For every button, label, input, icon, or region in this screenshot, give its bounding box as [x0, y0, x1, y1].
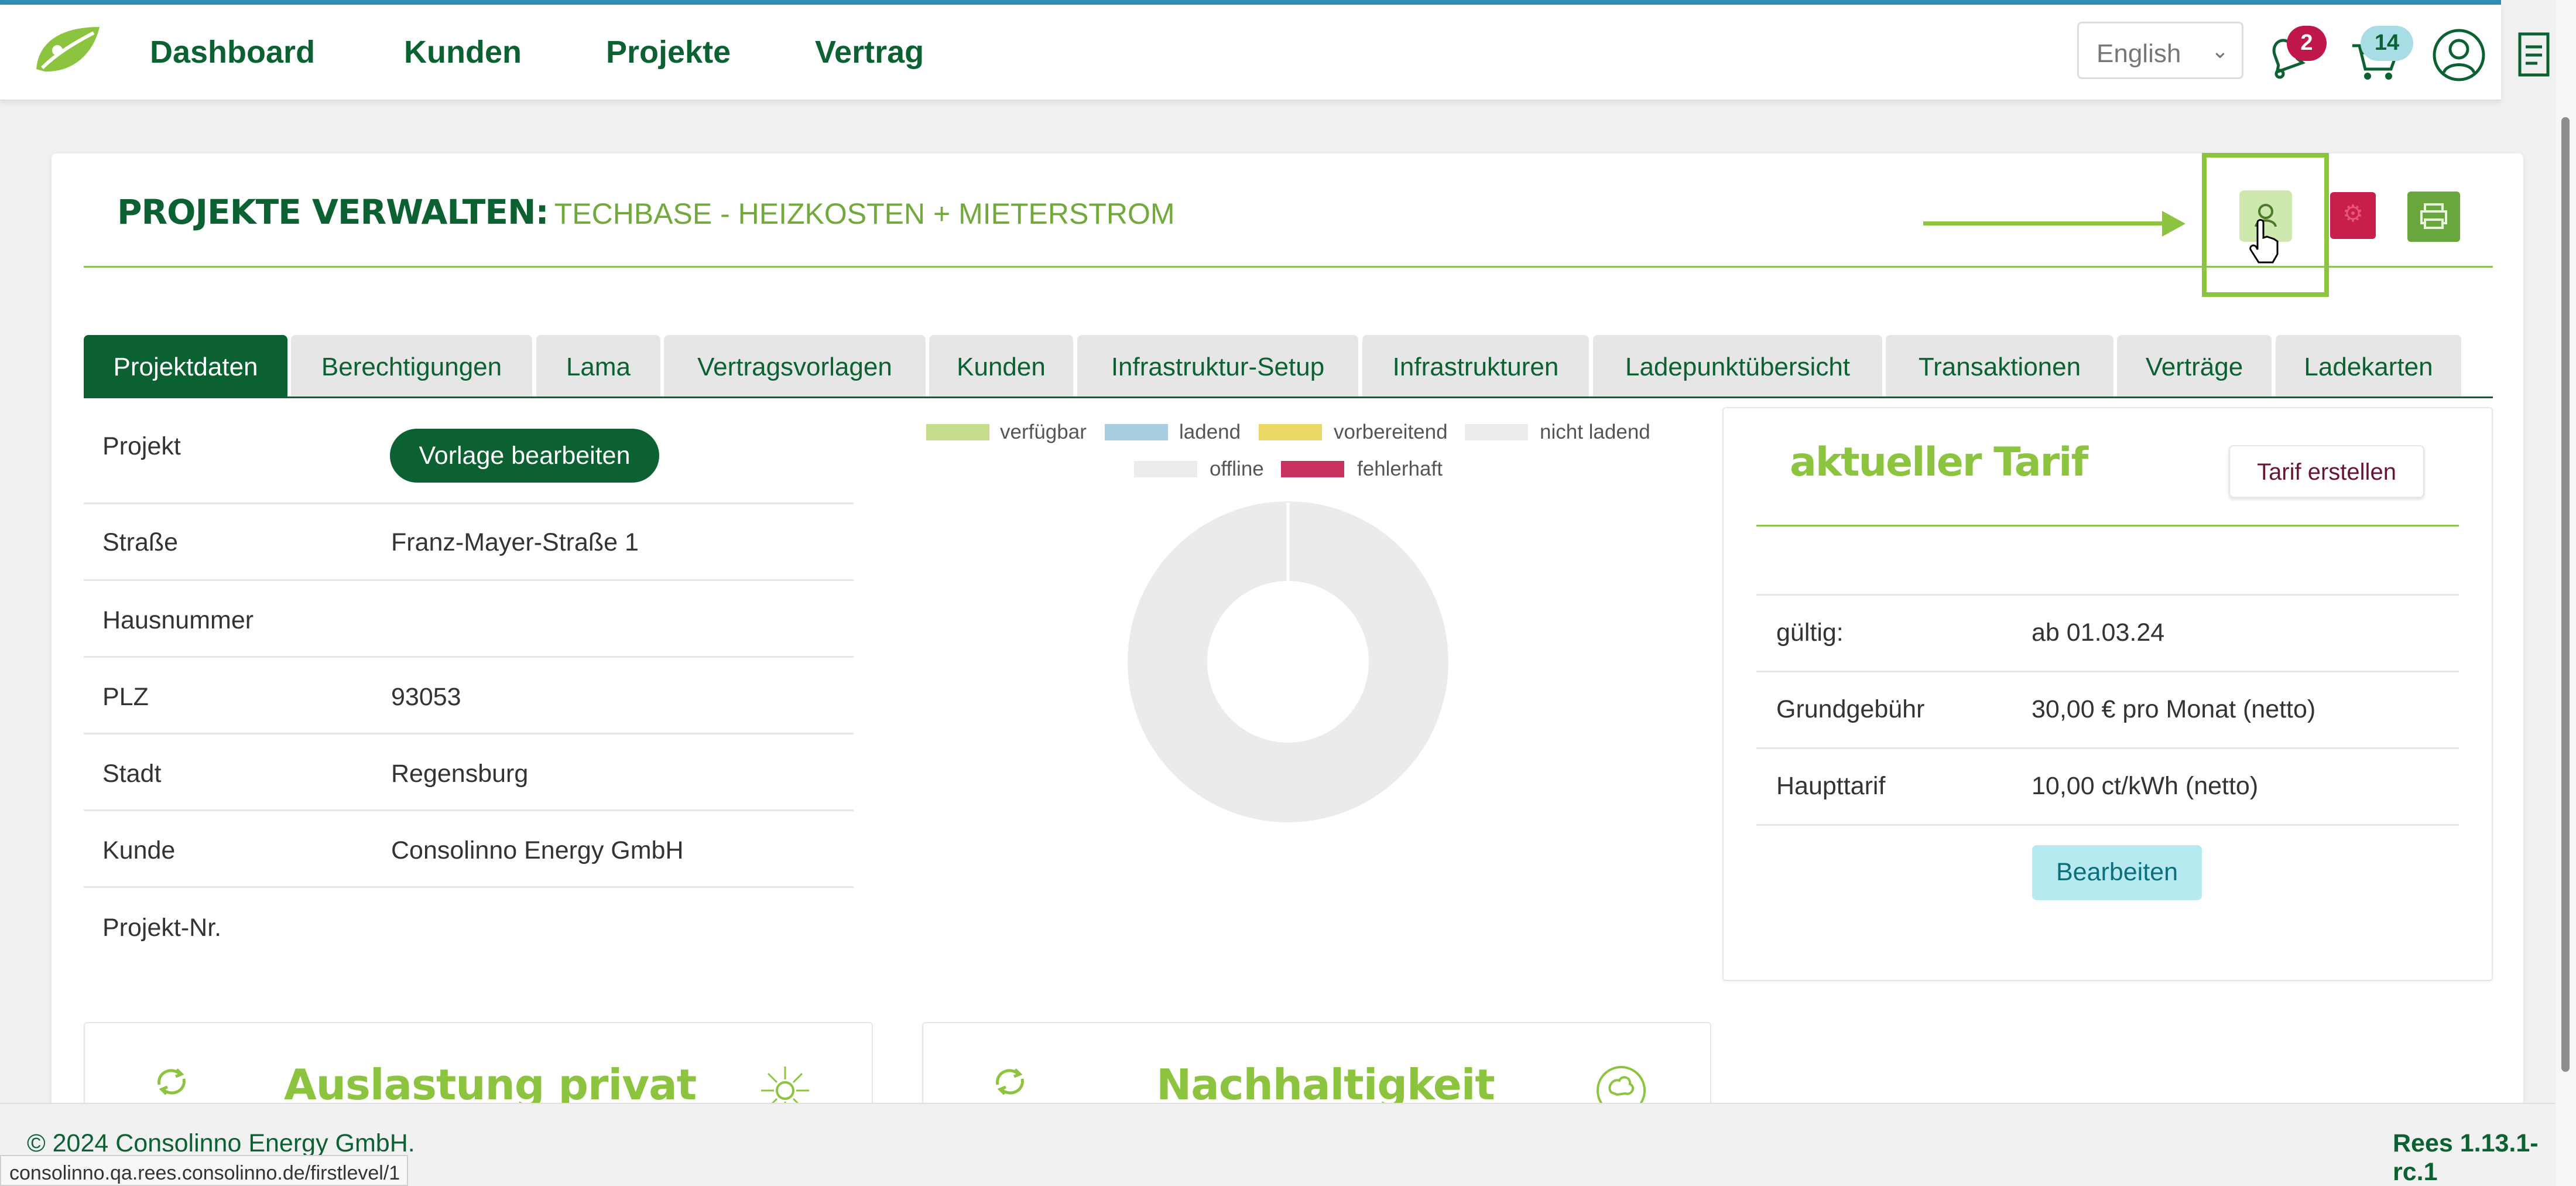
tab-underline: [84, 397, 2493, 398]
tab-berechtigungen[interactable]: Berechtigungen: [291, 335, 532, 397]
hand-cursor-icon: [2249, 219, 2279, 264]
tariff-label: gültig:: [1776, 618, 1844, 647]
tab-lama[interactable]: Lama: [536, 335, 660, 397]
printer-icon: [2420, 203, 2447, 229]
legend-label[interactable]: ladend: [1179, 421, 1241, 444]
refresh-icon[interactable]: [151, 1061, 192, 1102]
charging-status-donut: [1128, 501, 1448, 822]
title-divider: [84, 266, 2493, 268]
page-title-label: PROJEKTE VERWALTEN:: [117, 192, 549, 232]
page-title: PROJEKTE VERWALTEN: TECHBASE - HEIZKOSTEN…: [117, 192, 1175, 232]
scrollbar-thumb[interactable]: [2561, 117, 2570, 1072]
tab-infrastruktur-setup[interactable]: Infrastruktur-Setup: [1077, 335, 1358, 397]
messages-badge: 14: [2361, 26, 2413, 61]
tariff-value: ab 01.03.24: [2032, 618, 2165, 647]
consolinno-logo[interactable]: [33, 23, 103, 76]
language-value: English: [2097, 39, 2181, 68]
tab-ladepunktuebersicht[interactable]: Ladepunktübersicht: [1593, 335, 1882, 397]
legend-swatch[interactable]: [1281, 461, 1344, 477]
footer-copyright: © 2024 Consolinno Energy GmbH.: [27, 1129, 415, 1157]
legend-label[interactable]: offline: [1210, 457, 1264, 481]
tariff-title: aktueller Tarif: [1790, 439, 2088, 486]
top-accent-bar: [0, 0, 2501, 5]
nav-kunden[interactable]: Kunden: [404, 34, 522, 70]
nav-dashboard[interactable]: Dashboard: [150, 34, 315, 70]
tariff-value: 10,00 ct/kWh (netto): [2032, 772, 2259, 800]
legend-label[interactable]: vorbereitend: [1334, 421, 1448, 444]
legend-swatch[interactable]: [1259, 424, 1322, 440]
create-tariff-button[interactable]: Tarif erstellen: [2229, 445, 2424, 498]
field-label: Projekt-Nr.: [102, 914, 222, 942]
page-title-project: TECHBASE - HEIZKOSTEN + MIETERSTROM: [554, 197, 1175, 230]
tab-ladekarten[interactable]: Ladekarten: [2276, 335, 2461, 397]
tab-vertraege[interactable]: Verträge: [2117, 335, 2272, 397]
print-button[interactable]: [2407, 192, 2460, 242]
tab-transaktionen[interactable]: Transaktionen: [1886, 335, 2113, 397]
field-label: Projekt: [102, 432, 181, 460]
field-value: Regensburg: [391, 760, 529, 788]
legend-label[interactable]: fehlerhaft: [1357, 457, 1443, 481]
chevron-down-icon: ⌄: [2211, 39, 2229, 63]
nav-vertrag[interactable]: Vertrag: [815, 34, 924, 70]
annotation-arrow-head: [2162, 211, 2186, 237]
field-label: Hausnummer: [102, 606, 254, 634]
widget-title: Nachhaltigkeit: [1156, 1060, 1495, 1109]
tariff-label: Haupttarif: [1776, 772, 1886, 800]
tab-vertragsvorlagen[interactable]: Vertragsvorlagen: [664, 335, 926, 397]
nav-projekte[interactable]: Projekte: [606, 34, 731, 70]
notification-badge: 2: [2287, 26, 2327, 61]
legend-label[interactable]: nicht ladend: [1540, 421, 1650, 444]
language-select[interactable]: English ⌄: [2077, 22, 2243, 79]
field-label: Straße: [102, 528, 179, 556]
field-value: Consolinno Energy GmbH: [391, 836, 684, 864]
tariff-divider: [1756, 525, 2459, 527]
tariff-row-divider: [1756, 747, 2459, 749]
field-label: Kunde: [102, 836, 176, 864]
tariff-row-divider: [1756, 671, 2459, 672]
user-profile-icon[interactable]: [2431, 27, 2487, 83]
edit-template-button[interactable]: Vorlage bearbeiten: [390, 429, 659, 483]
gear-icon: ⚙: [2342, 201, 2363, 227]
table-row: [84, 658, 854, 734]
annotation-arrow: [1923, 221, 2164, 225]
legend-swatch[interactable]: [1465, 424, 1528, 440]
settings-button[interactable]: ⚙: [2330, 192, 2376, 239]
document-list-icon[interactable]: [2515, 30, 2553, 78]
legend-swatch[interactable]: [1105, 424, 1168, 440]
footer-version: Rees 1.13.1-rc.1: [2393, 1129, 2539, 1186]
field-value: 93053: [391, 683, 461, 711]
field-label: PLZ: [102, 683, 149, 711]
legend-swatch[interactable]: [926, 424, 989, 440]
edit-tariff-button[interactable]: Bearbeiten: [2032, 845, 2202, 900]
status-bar-url: consolinno.qa.rees.consolinno.de/firstle…: [0, 1155, 409, 1186]
tab-projektdaten[interactable]: Projektdaten: [84, 335, 287, 397]
tariff-value: 30,00 € pro Monat (netto): [2032, 695, 2316, 723]
legend-swatch[interactable]: [1134, 461, 1197, 477]
tab-kunden[interactable]: Kunden: [929, 335, 1073, 397]
tab-infrastrukturen[interactable]: Infrastrukturen: [1362, 335, 1589, 397]
refresh-icon[interactable]: [989, 1061, 1030, 1102]
widget-title: Auslastung privat: [284, 1060, 697, 1109]
tariff-label: Grundgebühr: [1776, 695, 1925, 723]
field-label: Stadt: [102, 760, 162, 788]
legend-label[interactable]: verfügbar: [1000, 421, 1087, 444]
tariff-row-divider: [1756, 594, 2459, 596]
field-value: Franz-Mayer-Straße 1: [391, 528, 639, 556]
tariff-row-divider: [1756, 824, 2459, 826]
